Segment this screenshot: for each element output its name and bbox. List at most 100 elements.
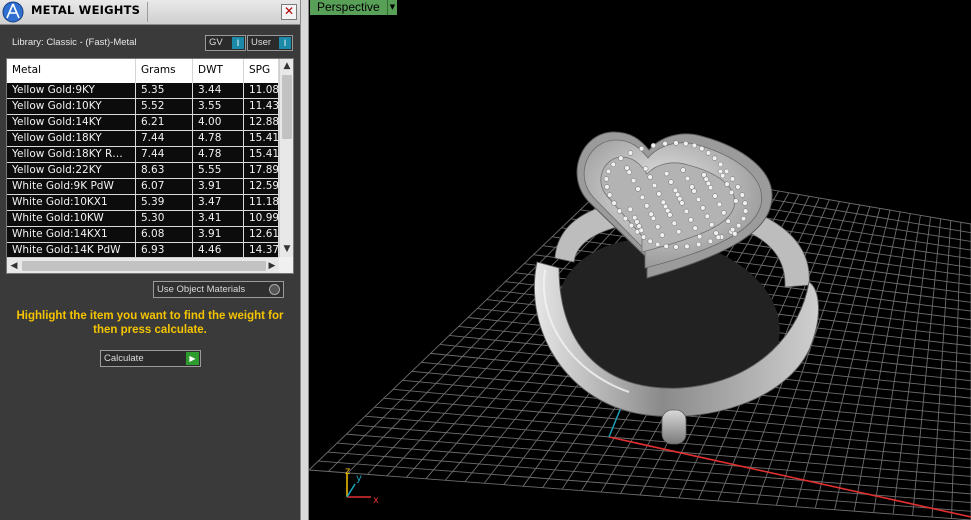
cell-dwt: 3.55 [193,99,244,114]
app-logo-icon [2,1,24,23]
close-icon[interactable]: ✕ [281,4,297,20]
cell-grams: 7.44 [136,131,193,146]
cell-grams: 8.63 [136,163,193,178]
column-header-dwt[interactable]: DWT [193,59,244,83]
axis-z-label: z [345,466,350,477]
cell-metal: White Gold:10KW [7,211,136,226]
cell-grams: 6.21 [136,115,193,130]
column-header-spg[interactable]: SPG [244,59,279,83]
scroll-down-icon[interactable]: ▼ [280,243,293,255]
column-header-grams[interactable]: Grams [136,59,193,83]
calculate-button[interactable]: Calculate ▶ [100,350,201,367]
table-row[interactable]: Yellow Gold:18KY R… 7.44 4.78 15.41 [7,147,279,163]
table-row[interactable]: Yellow Gold:18KY 7.44 4.78 15.41 [7,131,279,147]
horizontal-scroll-thumb[interactable] [22,261,266,271]
axis-y-label: y [356,473,362,484]
use-object-materials-option[interactable]: Use Object Materials [153,281,284,298]
cell-metal: Yellow Gold:18KY R… [7,147,136,162]
axis-x-label: x [373,495,379,506]
panel-splitter[interactable] [300,0,309,520]
cell-spg: 15.41 [244,131,279,146]
calculate-label: Calculate [104,353,144,364]
cell-spg: 15.41 [244,147,279,162]
instruction-text: Highlight the item you want to find the … [16,310,284,336]
metal-weights-panel: METAL WEIGHTS ✕ Library: Classic - (Fast… [0,0,300,520]
cell-dwt: 5.55 [193,163,244,178]
cell-dwt: 4.46 [193,243,244,257]
3d-viewport[interactable]: z y x Perspective ▼ [309,0,971,520]
table-body: Yellow Gold:9KY 5.35 3.44 11.08 Yellow Gold… [7,83,279,257]
panel-titlebar: METAL WEIGHTS ✕ [0,0,300,25]
cell-metal: Yellow Gold:14KY [7,115,136,130]
cell-grams: 7.44 [136,147,193,162]
scrollbar-corner [279,257,293,273]
table-row[interactable]: White Gold:14K PdW 6.93 4.46 14.37 [7,243,279,257]
cell-spg: 12.88 [244,115,279,130]
ring-model [533,131,819,445]
gv-label: GV [209,37,223,48]
table-row[interactable]: Yellow Gold:10KY 5.52 3.55 11.43 [7,99,279,115]
play-arrow-icon: ▶ [186,352,199,365]
cell-dwt: 3.41 [193,211,244,226]
x-axis-line [608,436,971,518]
cell-spg: 17.89 [244,163,279,178]
cell-dwt: 3.44 [193,83,244,98]
column-header-metal[interactable]: Metal [7,59,136,83]
cell-metal: White Gold:14K PdW [7,243,136,257]
cell-metal: White Gold:14KX1 [7,227,136,242]
cell-metal: Yellow Gold:10KY [7,99,136,114]
cell-grams: 6.07 [136,179,193,194]
library-label: Library: Classic - (Fast)-Metal [12,37,137,48]
titlebar-divider [147,2,148,22]
panel-title: METAL WEIGHTS [31,3,141,17]
table-row[interactable]: Yellow Gold:14KY 6.21 4.00 12.88 [7,115,279,131]
scroll-up-icon[interactable]: ▲ [280,60,293,72]
table-row[interactable]: Yellow Gold:9KY 5.35 3.44 11.08 [7,83,279,99]
cell-spg: 11.43 [244,99,279,114]
cell-spg: 12.59 [244,179,279,194]
cell-metal: Yellow Gold:9KY [7,83,136,98]
cell-spg: 11.18 [244,195,279,210]
toggle-icon: I [279,37,291,49]
radio-icon[interactable] [269,284,280,295]
cell-spg: 12.61 [244,227,279,242]
cell-dwt: 4.78 [193,131,244,146]
table-row[interactable]: Yellow Gold:22KY 8.63 5.55 17.89 [7,163,279,179]
toggle-icon: I [232,37,244,49]
cell-dwt: 4.00 [193,115,244,130]
horizontal-scrollbar[interactable]: ◀ ▶ [7,257,279,273]
table-row[interactable]: White Gold:10KW 5.30 3.41 10.99 [7,211,279,227]
use-object-materials-label: Use Object Materials [157,284,246,295]
cell-grams: 5.35 [136,83,193,98]
table-header: Metal Grams DWT SPG [7,59,279,84]
cell-spg: 10.99 [244,211,279,226]
cell-dwt: 3.91 [193,227,244,242]
user-label: User [251,37,272,48]
cell-grams: 6.93 [136,243,193,257]
cell-dwt: 4.78 [193,147,244,162]
cell-grams: 5.39 [136,195,193,210]
cell-grams: 6.08 [136,227,193,242]
metal-table: Metal Grams DWT SPG Yellow Gold:9KY 5.35 3… [6,58,294,274]
vertical-scroll-thumb[interactable] [282,75,292,139]
table-row[interactable]: White Gold:14KX1 6.08 3.91 12.61 [7,227,279,243]
cell-grams: 5.30 [136,211,193,226]
cell-metal: White Gold:10KX1 [7,195,136,210]
gv-filter-toggle[interactable]: GV I [205,35,246,51]
view-mode-tab[interactable]: Perspective [310,0,387,15]
table-row[interactable]: White Gold:9K PdW 6.07 3.91 12.59 [7,179,279,195]
viewport-scene: z y x [309,131,971,520]
chevron-down-icon[interactable]: ▼ [387,0,397,15]
cell-spg: 14.37 [244,243,279,257]
vertical-scrollbar[interactable]: ▲ ▼ [279,59,293,257]
table-row[interactable]: White Gold:10KX1 5.39 3.47 11.18 [7,195,279,211]
axis-gizmo: z y x [345,466,379,506]
scroll-left-icon[interactable]: ◀ [7,260,21,272]
cell-metal: White Gold:9K PdW [7,179,136,194]
cell-metal: Yellow Gold:18KY [7,131,136,146]
cell-spg: 11.08 [244,83,279,98]
cell-dwt: 3.91 [193,179,244,194]
cell-dwt: 3.47 [193,195,244,210]
scroll-right-icon[interactable]: ▶ [265,260,279,272]
user-filter-toggle[interactable]: User I [247,35,293,51]
